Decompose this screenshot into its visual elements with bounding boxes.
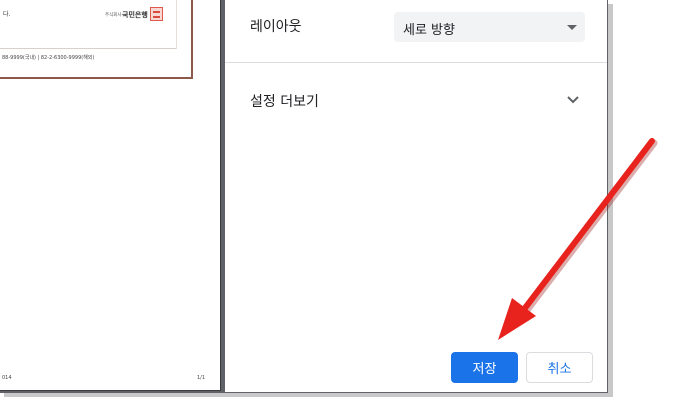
layout-select[interactable]: 세로 방향 xyxy=(394,12,585,42)
print-settings-panel: 레이아웃 세로 방향 설정 더보기 저장 취소 xyxy=(225,0,608,393)
print-dialog-screenshot: 다. 주식회사 국민은행 88-9999(국내) | 82-2-6300-999… xyxy=(0,0,700,405)
caret-down-icon xyxy=(567,25,577,30)
layout-select-value: 세로 방향 xyxy=(403,23,455,38)
more-settings-toggle[interactable]: 설정 더보기 xyxy=(250,91,319,111)
layout-label: 레이아웃 xyxy=(250,19,302,35)
print-preview-area: 다. 주식회사 국민은행 88-9999(국내) | 82-2-6300-999… xyxy=(0,0,225,393)
chevron-down-icon[interactable] xyxy=(565,92,581,108)
page-footer-left: 014 xyxy=(2,375,12,381)
section-divider xyxy=(225,62,607,63)
document-column-divider xyxy=(176,0,177,49)
cancel-button[interactable]: 취소 xyxy=(526,352,593,383)
save-button[interactable]: 저장 xyxy=(451,352,518,383)
window-shadow-right xyxy=(608,4,613,396)
document-phone-line: 88-9999(국내) | 82-2-6300-9999(해외) xyxy=(2,55,95,61)
document-frame: 다. 주식회사 국민은행 xyxy=(0,0,193,79)
page-number: 1/1 xyxy=(197,375,206,381)
document-divider xyxy=(0,48,176,49)
bank-company-label: 주식회사 xyxy=(105,13,122,18)
document-text: 다. xyxy=(3,11,11,18)
window-shadow-bottom xyxy=(4,393,613,397)
preview-page: 다. 주식회사 국민은행 88-9999(국내) | 82-2-6300-999… xyxy=(0,0,221,391)
bank-seal-icon xyxy=(150,7,163,21)
bank-name: 국민은행 xyxy=(122,11,148,19)
